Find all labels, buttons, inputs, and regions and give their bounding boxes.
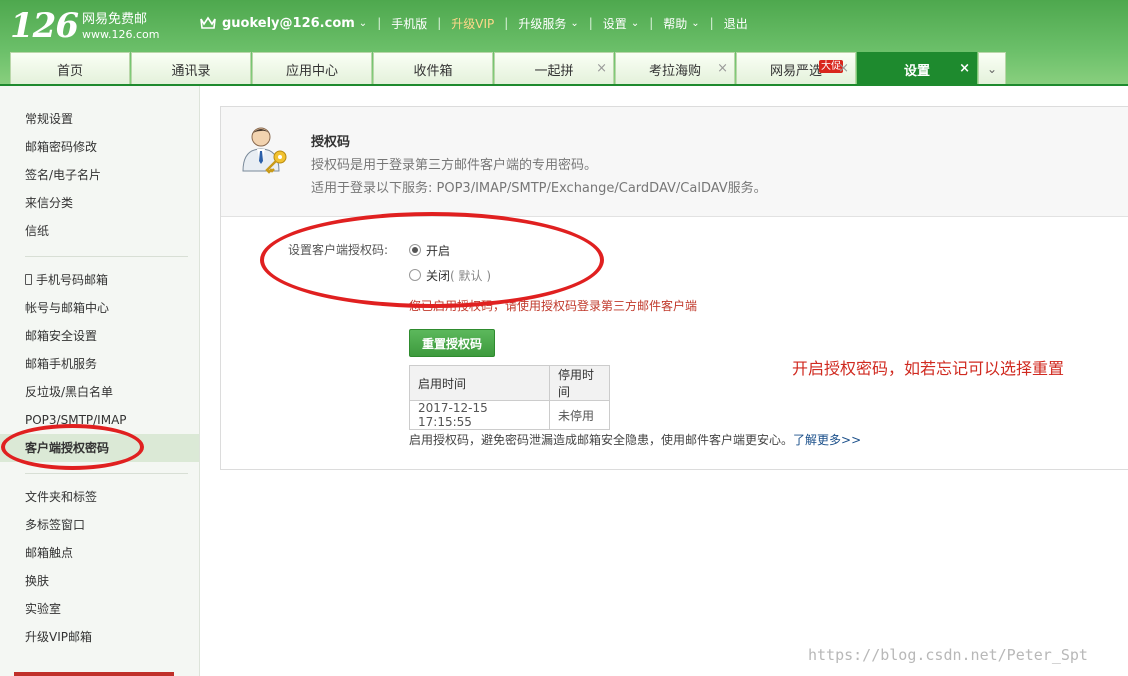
- table-header-row: 启用时间 停用时间: [409, 365, 610, 401]
- logo-name: 网易免费邮: [81, 12, 147, 27]
- sidebar-item-account-center[interactable]: 帐号与邮箱中心: [25, 298, 109, 318]
- nav-separator: |: [649, 16, 654, 30]
- vip-link[interactable]: 升级VIP: [451, 15, 494, 32]
- nav-separator: |: [504, 16, 509, 30]
- nav-separator: |: [437, 16, 442, 30]
- settings-label: 设置: [602, 16, 627, 31]
- tab-label: 通讯录: [171, 63, 211, 79]
- logout-link[interactable]: 退出: [724, 15, 748, 32]
- panel-description: 授权码是用于登录第三方邮件客户端的专用密码。: [311, 158, 598, 173]
- sidebar-divider: [25, 256, 188, 257]
- enabled-time: 2017-12-15 17:15:55: [409, 400, 550, 430]
- sidebar-item-touchpoints[interactable]: 邮箱触点: [25, 543, 73, 563]
- tab-inbox[interactable]: 收件箱: [373, 52, 493, 85]
- watermark: https://blog.csdn.net/Peter_Spt: [808, 646, 1088, 664]
- phone-icon: [25, 274, 32, 285]
- tab-label: 考拉海购: [648, 63, 701, 79]
- tab-yanxuan[interactable]: 网易严选 大促 ×: [736, 52, 856, 85]
- learn-more-link[interactable]: 了解更多>>: [793, 433, 861, 447]
- tab-label: 网易严选: [769, 63, 822, 79]
- close-icon[interactable]: ×: [959, 61, 970, 76]
- tab-label: 设置: [903, 63, 930, 79]
- sidebar-bottom-bar: [14, 672, 174, 676]
- logo-url: www.126.com: [81, 28, 160, 41]
- sidebar-item-phone-mailbox[interactable]: 手机号码邮箱: [25, 270, 108, 290]
- auth-code-history-table: 启用时间 停用时间 2017-12-15 17:15:55 未停用: [409, 365, 610, 430]
- sidebar-item-signature[interactable]: 签名/电子名片: [25, 165, 101, 185]
- chevron-down-icon: ⌄: [691, 17, 700, 29]
- tab-home[interactable]: 首页: [10, 52, 130, 85]
- nav-separator: |: [377, 16, 382, 30]
- user-account-menu[interactable]: guokely@126.com ⌄: [222, 16, 367, 31]
- user-email: guokely@126.com: [222, 15, 355, 31]
- tab-kaola[interactable]: 考拉海购 ×: [615, 52, 735, 85]
- sidebar-item-security[interactable]: 邮箱安全设置: [25, 326, 97, 346]
- reset-auth-code-button[interactable]: 重置授权码: [409, 329, 495, 357]
- crown-icon: [200, 16, 216, 29]
- sidebar-item-mobile-service[interactable]: 邮箱手机服务: [25, 354, 97, 374]
- tab-yiqipin[interactable]: 一起拼 ×: [494, 52, 614, 85]
- sidebar-item-filters[interactable]: 来信分类: [25, 193, 73, 213]
- column-header: 停用时间: [549, 365, 610, 401]
- sidebar-item-lab[interactable]: 实验室: [25, 599, 61, 619]
- annotation-ellipse-auth-setting: [260, 212, 604, 308]
- chevron-down-icon: ⌄: [358, 17, 368, 29]
- user-key-icon: [242, 127, 287, 174]
- sidebar-item-antispam[interactable]: 反垃圾/黑白名单: [25, 382, 113, 402]
- upgrade-menu[interactable]: 升级服务 ⌄: [518, 15, 578, 32]
- tab-contacts[interactable]: 通讯录: [131, 52, 251, 85]
- tab-bar: 首页 通讯录 应用中心 收件箱 一起拼 × 考拉海购 × 网易严选 大促 × 设置 × ⌄: [10, 52, 1006, 85]
- nav-separator: |: [709, 16, 714, 30]
- tab-settings[interactable]: 设置 ×: [857, 52, 977, 85]
- panel-title: 授权码: [311, 135, 351, 150]
- annotation-ellipse-sidebar: [1, 424, 144, 470]
- close-icon[interactable]: ×: [838, 61, 849, 76]
- header: 126 网易免费邮 www.126.com guokely@126.com ⌄ …: [0, 0, 1128, 86]
- sidebar-item-stationery[interactable]: 信纸: [25, 221, 49, 241]
- top-nav: guokely@126.com ⌄ | 手机版 | 升级VIP | 升级服务 ⌄…: [200, 14, 748, 32]
- panel-header: 授权码 授权码是用于登录第三方邮件客户端的专用密码。 适用于登录以下服务: PO…: [221, 107, 1128, 217]
- upgrade-label: 升级服务: [518, 16, 567, 31]
- sidebar-item-label: 手机号码邮箱: [36, 273, 109, 287]
- chevron-down-icon: ⌄: [986, 62, 998, 76]
- disabled-time: 未停用: [549, 400, 610, 430]
- tab-label: 首页: [56, 63, 83, 79]
- nav-separator: |: [588, 16, 593, 30]
- logo-number: 126: [10, 6, 79, 46]
- settings-menu[interactable]: 设置 ⌄: [603, 15, 639, 32]
- sidebar-item-multi-tab[interactable]: 多标签窗口: [25, 515, 85, 535]
- panel-services: 适用于登录以下服务: POP3/IMAP/SMTP/Exchange/CardD…: [311, 181, 767, 196]
- sidebar-item-password[interactable]: 邮箱密码修改: [25, 137, 97, 157]
- sidebar-item-skin[interactable]: 换肤: [25, 571, 49, 591]
- chevron-down-icon: ⌄: [630, 17, 640, 29]
- tab-label: 应用中心: [285, 63, 338, 79]
- annotation-text: 开启授权密码，如若忘记可以选择重置: [792, 359, 1065, 378]
- logo[interactable]: 126 网易免费邮 www.126.com: [10, 8, 159, 44]
- settings-sidebar: 常规设置 邮箱密码修改 签名/电子名片 来信分类 信纸 手机号码邮箱 帐号与邮箱…: [0, 86, 200, 676]
- tab-app-center[interactable]: 应用中心: [252, 52, 372, 85]
- mobile-link[interactable]: 手机版: [391, 15, 427, 32]
- security-tip: 启用授权码，避免密码泄漏造成邮箱安全隐患，使用邮件客户端更安心。了解更多>>: [409, 431, 861, 448]
- help-label: 帮助: [663, 16, 688, 31]
- more-tabs-button[interactable]: ⌄: [978, 52, 1006, 85]
- security-tip-text: 启用授权码，避免密码泄漏造成邮箱安全隐患，使用邮件客户端更安心。: [409, 433, 794, 447]
- table-row: 2017-12-15 17:15:55 未停用: [409, 400, 610, 430]
- close-icon[interactable]: ×: [717, 61, 728, 76]
- sidebar-item-folders[interactable]: 文件夹和标签: [25, 487, 97, 507]
- tab-label: 收件箱: [413, 63, 453, 79]
- tab-label: 一起拼: [534, 63, 574, 79]
- column-header: 启用时间: [409, 365, 550, 401]
- sidebar-divider: [25, 473, 188, 474]
- sidebar-item-general[interactable]: 常规设置: [25, 109, 73, 129]
- chevron-down-icon: ⌄: [570, 17, 579, 29]
- help-menu[interactable]: 帮助 ⌄: [663, 15, 699, 32]
- sidebar-item-upgrade-vip[interactable]: 升级VIP邮箱: [25, 627, 92, 647]
- close-icon[interactable]: ×: [596, 61, 607, 76]
